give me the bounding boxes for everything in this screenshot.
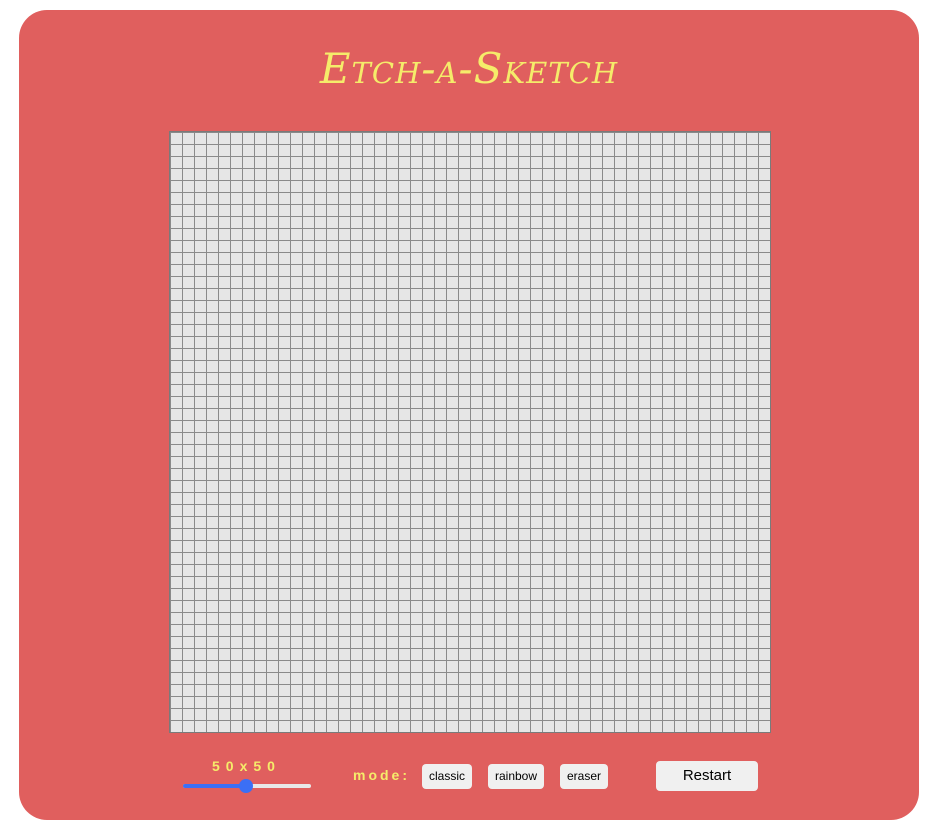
eraser-mode-button[interactable]: eraser <box>560 764 608 789</box>
grid-size-slider[interactable] <box>183 779 311 793</box>
rainbow-mode-button[interactable]: rainbow <box>488 764 544 789</box>
slider-thumb[interactable] <box>239 779 253 793</box>
mode-label: mode: <box>353 767 410 783</box>
app-title: Etch-a-Sketch <box>319 44 619 93</box>
drawing-grid[interactable] <box>169 131 771 733</box>
classic-mode-button[interactable]: classic <box>422 764 472 789</box>
slider-fill <box>183 784 246 788</box>
grid-size-label: 50x50 <box>212 758 281 774</box>
restart-button[interactable]: Restart <box>656 761 758 791</box>
etch-a-sketch-frame: Etch-a-Sketch 50x50 mode: classic rainbo… <box>19 10 919 820</box>
